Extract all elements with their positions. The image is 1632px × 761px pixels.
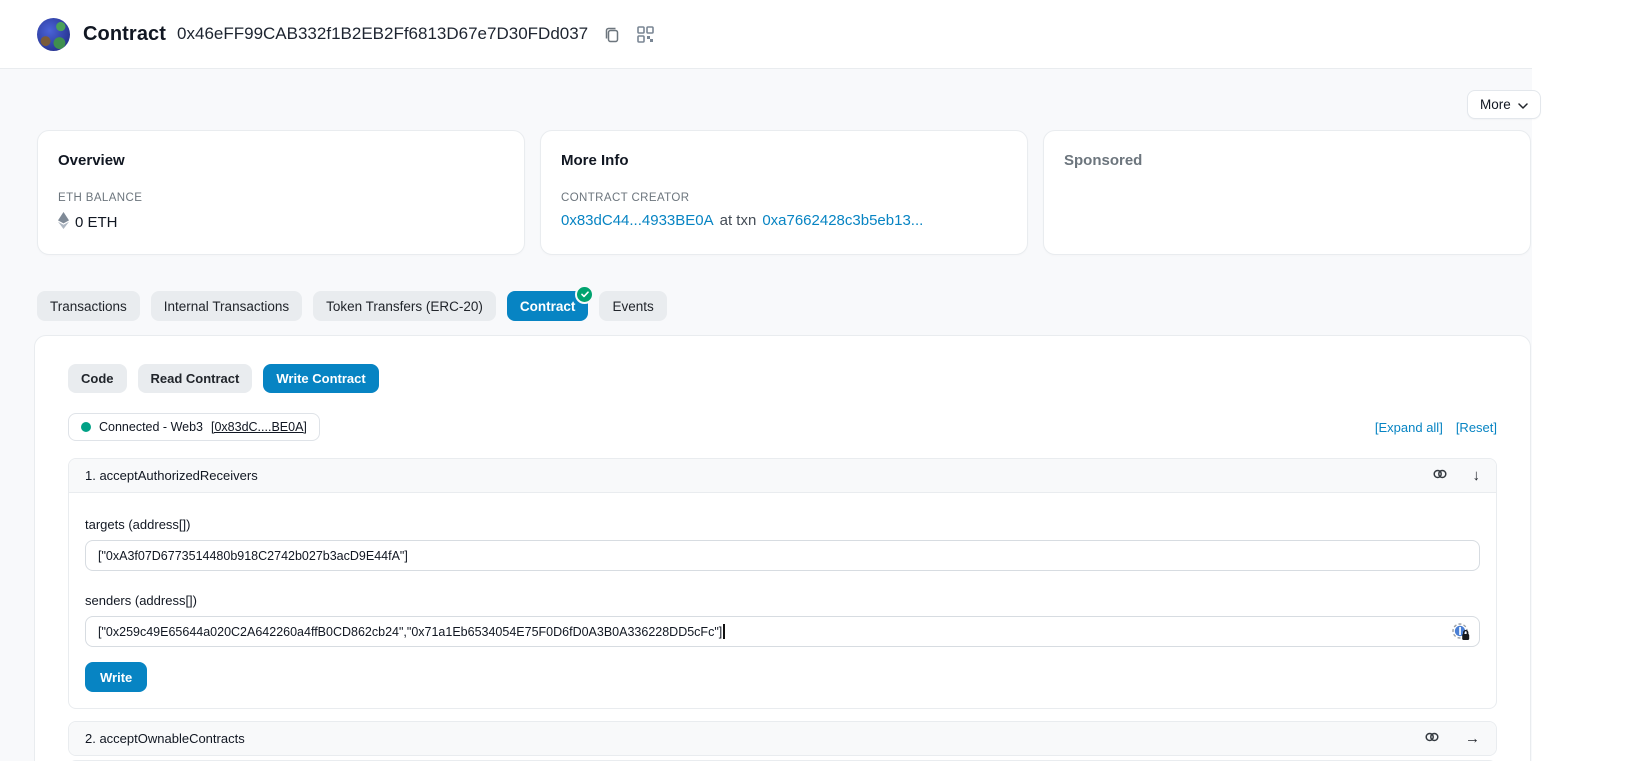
expand-arrow-icon[interactable]: → [1465,731,1480,746]
eth-balance-label: ETH BALANCE [58,192,504,204]
sponsored-card: Sponsored [1043,130,1531,255]
autofill-lock-icon[interactable] [1452,623,1470,641]
qr-code-icon[interactable] [637,26,654,43]
sponsored-title: Sponsored [1064,152,1510,169]
list-actions: [Expand all] [Reset] [1375,420,1497,435]
subtab-code[interactable]: Code [68,364,127,393]
method-1-body: targets (address[]) ["0xA3f07D6773514480… [69,493,1496,708]
overview-title: Overview [58,152,504,169]
senders-field-label: senders (address[]) [85,593,1480,608]
connection-row: Connected - Web3 [0x83dC....BE0A] [Expan… [68,413,1497,441]
contract-address: 0x46eFF99CAB332f1B2EB2Ff6813D67e7D30FDd0… [177,24,588,44]
tab-events[interactable]: Events [599,291,666,321]
more-info-card: More Info CONTRACT CREATOR 0x83dC44...49… [540,130,1028,255]
contract-creator-label: CONTRACT CREATOR [561,192,1007,204]
overview-card: Overview ETH BALANCE 0 ETH [37,130,525,255]
subtab-read-contract[interactable]: Read Contract [138,364,253,393]
tab-token-transfers[interactable]: Token Transfers (ERC-20) [313,291,496,321]
tab-internal-transactions[interactable]: Internal Transactions [151,291,302,321]
targets-field-label: targets (address[]) [85,517,1480,532]
senders-input[interactable]: ["0x259c49E65644a020C2A642260a4ffB0CD862… [85,616,1480,647]
method-item-2: 2. acceptOwnableContracts → [68,721,1497,756]
page-title: Contract [83,23,166,46]
page-header: Contract 0x46eFF99CAB332f1B2EB2Ff6813D67… [0,0,1632,68]
method-item-1: 1. acceptAuthorizedReceivers ↓ targets (… [68,458,1497,709]
verified-check-icon [575,285,594,304]
tab-transactions[interactable]: Transactions [37,291,140,321]
permalink-icon[interactable] [1432,466,1448,485]
subtab-write-contract[interactable]: Write Contract [263,364,378,393]
method-1-title: 1. acceptAuthorizedReceivers [85,468,258,483]
creation-txn-hash-link[interactable]: 0xa7662428c3b5eb13... [762,212,923,229]
creator-address-link[interactable]: 0x83dC44...4933BE0A [561,212,714,229]
connected-wallet-address-link[interactable]: [0x83dC....BE0A] [211,420,307,434]
targets-input[interactable]: ["0xA3f07D6773514480b918C2742b027b3acD9E… [85,540,1480,571]
connected-green-dot-icon [81,422,91,432]
contract-panel: Code Read Contract Write Contract Connec… [34,335,1531,761]
expand-all-link[interactable]: [Expand all] [1375,420,1443,435]
method-2-title: 2. acceptOwnableContracts [85,731,245,746]
permalink-icon[interactable] [1424,729,1440,748]
reset-link[interactable]: [Reset] [1456,420,1497,435]
copy-address-icon[interactable] [603,25,621,43]
method-2-header[interactable]: 2. acceptOwnableContracts → [69,722,1496,755]
tab-contract[interactable]: Contract [507,291,589,321]
ethereum-icon [58,212,69,233]
method-1-header[interactable]: 1. acceptAuthorizedReceivers ↓ [69,459,1496,493]
connected-status-badge: Connected - Web3 [0x83dC....BE0A] [68,413,320,441]
write-button[interactable]: Write [85,662,147,692]
more-button-label: More [1480,97,1511,112]
text-caret [723,624,725,639]
chevron-down-icon [1518,97,1528,112]
contract-identicon-avatar [37,18,70,51]
tab-contract-label: Contract [520,299,576,314]
contract-subtabs: Code Read Contract Write Contract [68,364,1497,393]
collapse-arrow-icon[interactable]: ↓ [1473,468,1481,483]
eth-balance-value: 0 ETH [75,214,118,231]
senders-input-value: ["0x259c49E65644a020C2A642260a4ffB0CD862… [98,625,722,639]
targets-input-value: ["0xA3f07D6773514480b918C2742b027b3acD9E… [98,549,408,563]
at-txn-text: at txn [720,212,757,229]
info-cards-row: Overview ETH BALANCE 0 ETH More Info CON… [37,130,1531,255]
more-button[interactable]: More [1467,90,1541,119]
connected-status-text: Connected - Web3 [99,420,203,434]
more-info-title: More Info [561,152,1007,169]
contract-page: Contract 0x46eFF99CAB332f1B2EB2Ff6813D67… [0,0,1632,761]
main-tabs: Transactions Internal Transactions Token… [37,291,667,321]
